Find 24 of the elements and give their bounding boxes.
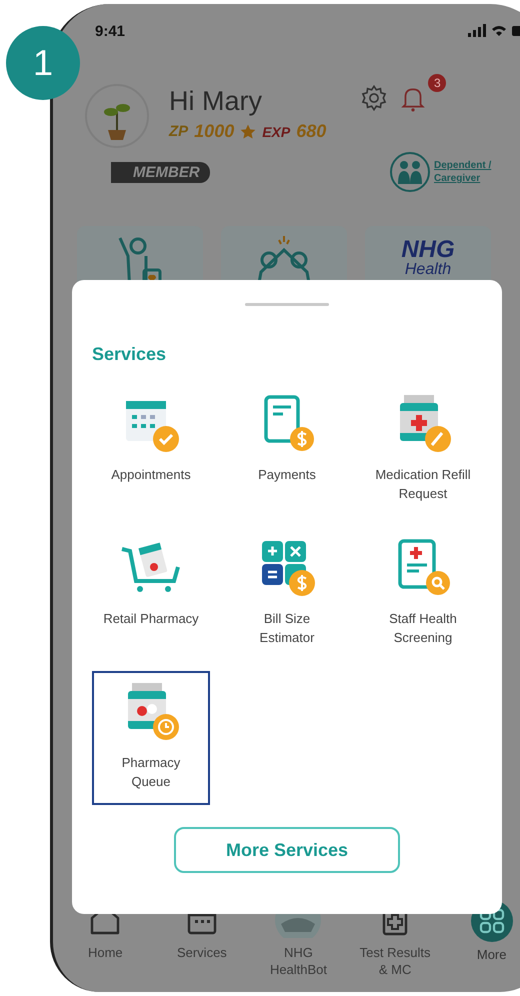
- service-item[interactable]: Staff Health Screening: [364, 527, 482, 661]
- settings-icon[interactable]: [360, 84, 388, 112]
- service-item[interactable]: Medication Refill Request: [364, 383, 482, 517]
- service-item[interactable]: Bill Size Estimator: [228, 527, 346, 661]
- service-item[interactable]: Pharmacy Queue: [92, 671, 210, 805]
- status-time: 9:41: [95, 22, 126, 40]
- exp-label: EXP: [262, 124, 290, 140]
- service-item[interactable]: Retail Pharmacy: [92, 527, 210, 661]
- step-number-badge: 1: [6, 26, 80, 100]
- notification-count: 3: [428, 74, 446, 92]
- nhg-health-logo: NHG Health: [401, 235, 455, 280]
- family-icon[interactable]: [390, 152, 430, 192]
- service-item[interactable]: Appointments: [92, 383, 210, 517]
- drag-handle[interactable]: [245, 303, 329, 306]
- section-title: Services: [92, 344, 166, 365]
- avatar[interactable]: [85, 84, 149, 148]
- greeting: Hi Mary: [169, 86, 263, 117]
- points-value: 1000: [194, 121, 234, 142]
- member-badge: MEMBER: [111, 162, 210, 182]
- exp-value: 680: [296, 121, 326, 142]
- service-item[interactable]: Payments: [228, 383, 346, 517]
- points-logo: ZP: [169, 123, 188, 140]
- star-icon: [240, 124, 256, 140]
- status-icons: [468, 24, 520, 38]
